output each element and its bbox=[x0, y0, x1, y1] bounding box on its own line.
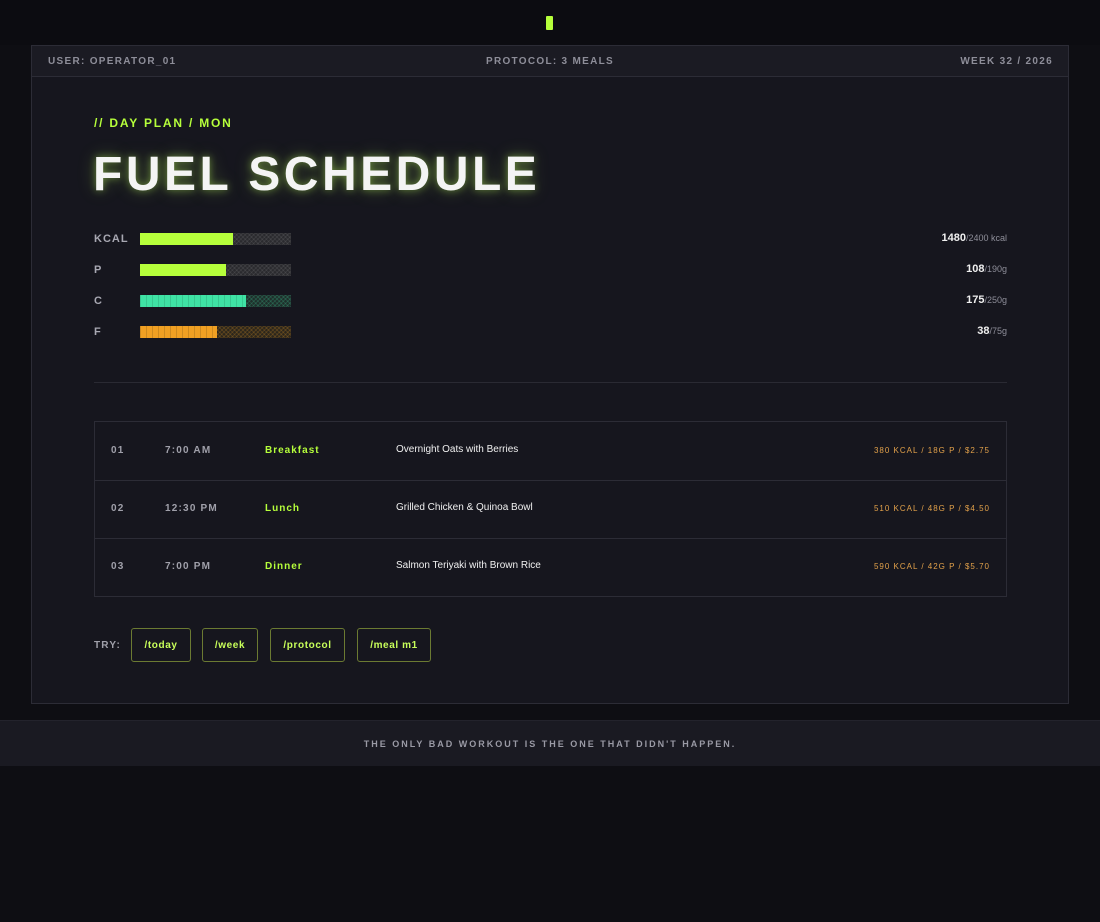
meal-number: 03 bbox=[111, 561, 125, 572]
panel-header: USER: OPERATOR_01 PROTOCOL: 3 MEALS WEEK… bbox=[32, 46, 1068, 77]
cursor-indicator bbox=[546, 16, 553, 30]
command-meal-button[interactable]: /meal m1 bbox=[357, 628, 431, 662]
macro-label: KCAL bbox=[94, 233, 129, 245]
macro-row-fat: F 38/75g bbox=[94, 325, 1007, 341]
command-protocol-button[interactable]: /protocol bbox=[270, 628, 345, 662]
macro-progress-bar bbox=[140, 264, 291, 276]
meal-stats: 380 KCAL / 18G P / $2.75 bbox=[873, 446, 990, 455]
macro-label: C bbox=[94, 295, 103, 307]
macro-value: 108/190g bbox=[966, 263, 1007, 275]
meal-dish: Overnight Oats with Berries bbox=[396, 444, 519, 455]
week-label: WEEK 32 / 2026 bbox=[960, 56, 1053, 67]
macro-goal: /75g bbox=[989, 326, 1007, 336]
macro-progress-fill bbox=[140, 233, 234, 245]
meal-stats: 590 KCAL / 42G P / $5.70 bbox=[873, 562, 990, 571]
macro-label: F bbox=[94, 326, 102, 338]
meal-dish: Grilled Chicken & Quinoa Bowl bbox=[396, 502, 533, 513]
macro-current: 1480 bbox=[941, 232, 966, 244]
meal-table: 01 7:00 AM Breakfast Overnight Oats with… bbox=[94, 421, 1007, 597]
macro-current: 175 bbox=[966, 294, 985, 306]
macro-value: 175/250g bbox=[966, 294, 1007, 306]
macro-progress-bar bbox=[140, 326, 291, 338]
section-divider bbox=[94, 382, 1007, 383]
macro-value: 1480/2400 kcal bbox=[941, 232, 1007, 244]
macro-label: P bbox=[94, 264, 103, 276]
command-week-button[interactable]: /week bbox=[202, 628, 258, 662]
command-today-button[interactable]: /today bbox=[131, 628, 191, 662]
footer-bar: THE ONLY BAD WORKOUT IS THE ONE THAT DID… bbox=[0, 720, 1100, 766]
page-title: FUEL SCHEDULE bbox=[93, 148, 541, 201]
macro-current: 38 bbox=[977, 325, 990, 337]
meal-type: Lunch bbox=[265, 503, 300, 514]
top-bar bbox=[0, 0, 1100, 45]
meal-row[interactable]: 02 12:30 PM Lunch Grilled Chicken & Quin… bbox=[95, 480, 1006, 539]
macro-row-kcal: KCAL 1480/2400 kcal bbox=[94, 232, 1007, 248]
macro-progress-bar bbox=[140, 233, 291, 245]
macro-current: 108 bbox=[966, 263, 985, 275]
meal-dish: Salmon Teriyaki with Brown Rice bbox=[396, 560, 541, 571]
macro-goal: /250g bbox=[984, 295, 1007, 305]
macro-row-protein: P 108/190g bbox=[94, 263, 1007, 279]
meal-number: 01 bbox=[111, 445, 125, 456]
macro-progress-fill bbox=[140, 326, 217, 338]
macro-progress-fill bbox=[140, 295, 246, 307]
meal-type: Breakfast bbox=[265, 445, 320, 456]
meal-row[interactable]: 01 7:00 AM Breakfast Overnight Oats with… bbox=[95, 422, 1006, 481]
try-label: TRY: bbox=[94, 640, 122, 651]
macro-row-carbs: C 175/250g bbox=[94, 294, 1007, 310]
macro-progress-bar bbox=[140, 295, 291, 307]
meal-time: 7:00 PM bbox=[165, 561, 212, 572]
meal-type: Dinner bbox=[265, 561, 303, 572]
protocol-label: PROTOCOL: 3 MEALS bbox=[485, 56, 615, 67]
day-plan-eyebrow: // DAY PLAN / MON bbox=[94, 116, 233, 130]
meal-time: 12:30 PM bbox=[165, 503, 218, 514]
motivational-quote: THE ONLY BAD WORKOUT IS THE ONE THAT DID… bbox=[363, 739, 737, 749]
macro-value: 38/75g bbox=[977, 325, 1007, 337]
macro-progress-fill bbox=[140, 264, 226, 276]
main-panel: USER: OPERATOR_01 PROTOCOL: 3 MEALS WEEK… bbox=[31, 45, 1069, 704]
meal-time: 7:00 AM bbox=[165, 445, 212, 456]
macro-goal: /2400 kcal bbox=[965, 233, 1007, 243]
meal-stats: 510 KCAL / 48G P / $4.50 bbox=[873, 504, 990, 513]
macro-goal: /190g bbox=[984, 264, 1007, 274]
meal-number: 02 bbox=[111, 503, 125, 514]
meal-row[interactable]: 03 7:00 PM Dinner Salmon Teriyaki with B… bbox=[95, 538, 1006, 596]
